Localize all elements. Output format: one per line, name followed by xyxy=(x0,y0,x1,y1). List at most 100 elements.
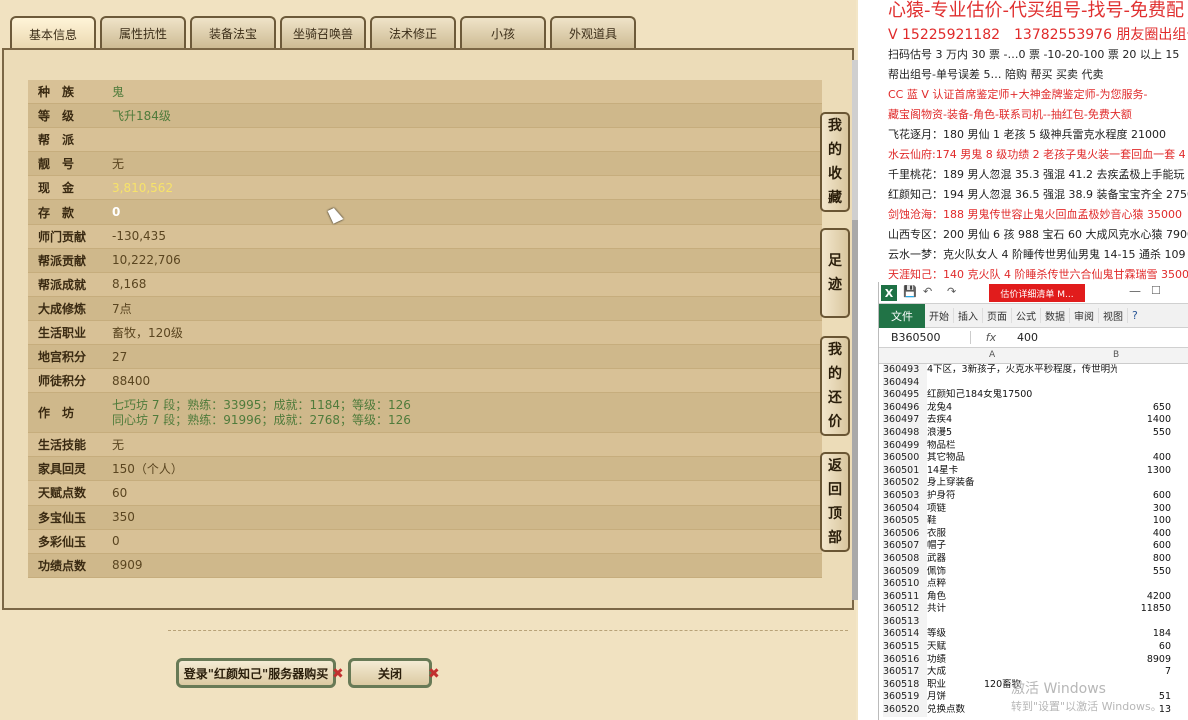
close-button[interactable]: 关闭 xyxy=(348,658,432,688)
row-number[interactable]: 360509 xyxy=(883,565,927,579)
row-number[interactable]: 360516 xyxy=(883,653,927,667)
row-number[interactable]: 360500 xyxy=(883,452,927,465)
row-number[interactable]: 360499 xyxy=(883,439,927,453)
tab-children[interactable]: 小孩 xyxy=(460,16,546,48)
save-icon[interactable]: 💾 xyxy=(903,285,917,298)
sheet-row[interactable]: 360499 物品栏 xyxy=(879,439,1188,453)
row-number[interactable]: 360493 xyxy=(883,364,927,377)
row-number[interactable]: 360501 xyxy=(883,464,927,478)
sheet-row[interactable]: 360517 大成 7 xyxy=(879,666,1188,679)
row-number[interactable]: 360496 xyxy=(883,401,927,415)
sheet-row[interactable]: 360503 护身符 600 xyxy=(879,489,1188,503)
cell-b[interactable]: 184 xyxy=(1059,628,1171,641)
formula-input[interactable]: 400 xyxy=(1011,331,1038,344)
row-number[interactable]: 360508 xyxy=(883,552,927,566)
undo-icon[interactable]: ↶ xyxy=(923,285,932,298)
sheet-row[interactable]: 360495 红颜知己184女鬼17500 xyxy=(879,389,1188,402)
sheet-row[interactable]: 360515 天赋 60 xyxy=(879,641,1188,654)
sheet-row[interactable]: 360511 角色 4200 xyxy=(879,590,1188,604)
row-number[interactable]: 360517 xyxy=(883,666,927,679)
my-favorites-button[interactable]: 我 的 收 藏 xyxy=(820,112,850,212)
cell-b[interactable]: 400 xyxy=(1059,528,1171,541)
sheet-row[interactable]: 360498 浪漫5 550 xyxy=(879,426,1188,440)
cell-a[interactable]: 红颜知己184女鬼17500 xyxy=(927,389,1117,402)
sheet-row[interactable]: 360506 衣服 400 xyxy=(879,527,1188,541)
row-number[interactable]: 360515 xyxy=(883,641,927,654)
cell-b[interactable]: 4200 xyxy=(1059,591,1171,604)
sheet-row[interactable]: 360514 等级 184 xyxy=(879,628,1188,642)
maximize-icon[interactable]: ☐ xyxy=(1151,284,1161,297)
tab-spells[interactable]: 法术修正 xyxy=(370,16,456,48)
cell-b[interactable]: 650 xyxy=(1059,402,1171,415)
row-number[interactable]: 360498 xyxy=(883,426,927,440)
tab-attributes[interactable]: 属性抗性 xyxy=(100,16,186,48)
sheet-row[interactable]: 360512 共计 11850 xyxy=(879,603,1188,616)
sheet-row[interactable]: 360508 武器 800 xyxy=(879,552,1188,566)
sheet-row[interactable]: 360507 帽子 600 xyxy=(879,540,1188,553)
cell-b[interactable]: 8909 xyxy=(1059,654,1171,667)
cell-b[interactable]: 300 xyxy=(1059,503,1171,516)
sheet-row[interactable]: 360505 鞋 100 xyxy=(879,515,1188,528)
sheet-row[interactable]: 360494 xyxy=(879,376,1188,390)
sheet-grid[interactable]: 3604934下区，3新孩子，火克水平秒程度，传世明光残梦，心360494360… xyxy=(879,364,1188,717)
row-number[interactable]: 360513 xyxy=(883,615,927,629)
file-menu[interactable]: 文件 xyxy=(879,303,925,328)
cell-b[interactable]: 7 xyxy=(1059,666,1171,679)
redo-icon[interactable]: ↷ xyxy=(947,285,956,298)
back-to-top-button[interactable]: 返 回 顶 部 xyxy=(820,452,850,552)
sheet-row[interactable]: 3604934下区，3新孩子，火克水平秒程度，传世明光残梦，心 xyxy=(879,364,1188,377)
row-number[interactable]: 360503 xyxy=(883,489,927,503)
row-number[interactable]: 360497 xyxy=(883,414,927,427)
fx-icon[interactable]: fx xyxy=(971,331,1011,344)
cell-b[interactable]: 100 xyxy=(1059,515,1171,528)
sheet-row[interactable]: 360504 项链 300 xyxy=(879,502,1188,516)
column-a-header[interactable]: A xyxy=(989,350,995,360)
tab-equipment[interactable]: 装备法宝 xyxy=(190,16,276,48)
cell-b[interactable]: 400 xyxy=(1059,452,1171,465)
row-number[interactable]: 360505 xyxy=(883,515,927,528)
row-number[interactable]: 360510 xyxy=(883,578,927,591)
sheet-row[interactable]: 360501 14星卡 1300 xyxy=(879,464,1188,478)
row-number[interactable]: 360519 xyxy=(883,691,927,705)
row-number[interactable]: 360511 xyxy=(883,590,927,604)
cell-b[interactable]: 600 xyxy=(1059,490,1171,503)
column-b-header[interactable]: B xyxy=(1113,350,1119,360)
sheet-row[interactable]: 360509 佩饰 550 xyxy=(879,565,1188,579)
row-number[interactable]: 360507 xyxy=(883,540,927,553)
menu-formula[interactable]: 公式 xyxy=(1012,308,1041,323)
sheet-row[interactable]: 360496 龙兔4 650 xyxy=(879,401,1188,415)
login-server-buy-button[interactable]: 登录"红颜知己"服务器购买 xyxy=(176,658,336,688)
name-box[interactable]: B360500 xyxy=(879,331,971,344)
cell-b[interactable]: 1300 xyxy=(1059,465,1171,478)
row-number[interactable]: 360494 xyxy=(883,376,927,390)
tab-mounts-pets[interactable]: 坐骑召唤兽 xyxy=(280,16,366,48)
cell-b[interactable]: 60 xyxy=(1059,641,1171,654)
document-tab[interactable]: 估价详细清单 M... xyxy=(989,284,1085,302)
sheet-row[interactable]: 360497 去疾4 1400 xyxy=(879,414,1188,427)
row-number[interactable]: 360520 xyxy=(883,704,927,717)
cell-b[interactable]: 11850 xyxy=(1059,603,1171,616)
row-number[interactable]: 360495 xyxy=(883,389,927,402)
help-icon[interactable]: ? xyxy=(1128,309,1142,322)
sheet-row[interactable]: 360510 点粹 xyxy=(879,578,1188,591)
tab-appearance[interactable]: 外观道具 xyxy=(550,16,636,48)
row-number[interactable]: 360504 xyxy=(883,502,927,516)
cell-b[interactable]: 600 xyxy=(1059,540,1171,553)
row-number[interactable]: 360502 xyxy=(883,477,927,490)
row-number[interactable]: 360518 xyxy=(883,678,927,692)
row-number[interactable]: 360506 xyxy=(883,527,927,541)
footprints-button[interactable]: 足 迹 xyxy=(820,228,850,318)
my-offers-button[interactable]: 我 的 还 价 xyxy=(820,336,850,436)
menu-view[interactable]: 视图 xyxy=(1099,308,1128,323)
menu-review[interactable]: 审阅 xyxy=(1070,308,1099,323)
row-number[interactable]: 360512 xyxy=(883,603,927,616)
menu-data[interactable]: 数据 xyxy=(1041,308,1070,323)
tab-basic-info[interactable]: 基本信息 xyxy=(10,16,96,50)
cell-a[interactable]: 身上穿装备 xyxy=(927,477,1117,490)
menu-insert[interactable]: 插入 xyxy=(954,308,983,323)
sheet-row[interactable]: 360500 其它物品 400 xyxy=(879,452,1188,465)
cell-b[interactable]: 1400 xyxy=(1059,414,1171,427)
cell-a[interactable]: 4下区，3新孩子，火克水平秒程度，传世明光残梦，心 xyxy=(927,364,1117,377)
row-number[interactable]: 360514 xyxy=(883,628,927,642)
minimize-icon[interactable]: — xyxy=(1129,284,1141,298)
